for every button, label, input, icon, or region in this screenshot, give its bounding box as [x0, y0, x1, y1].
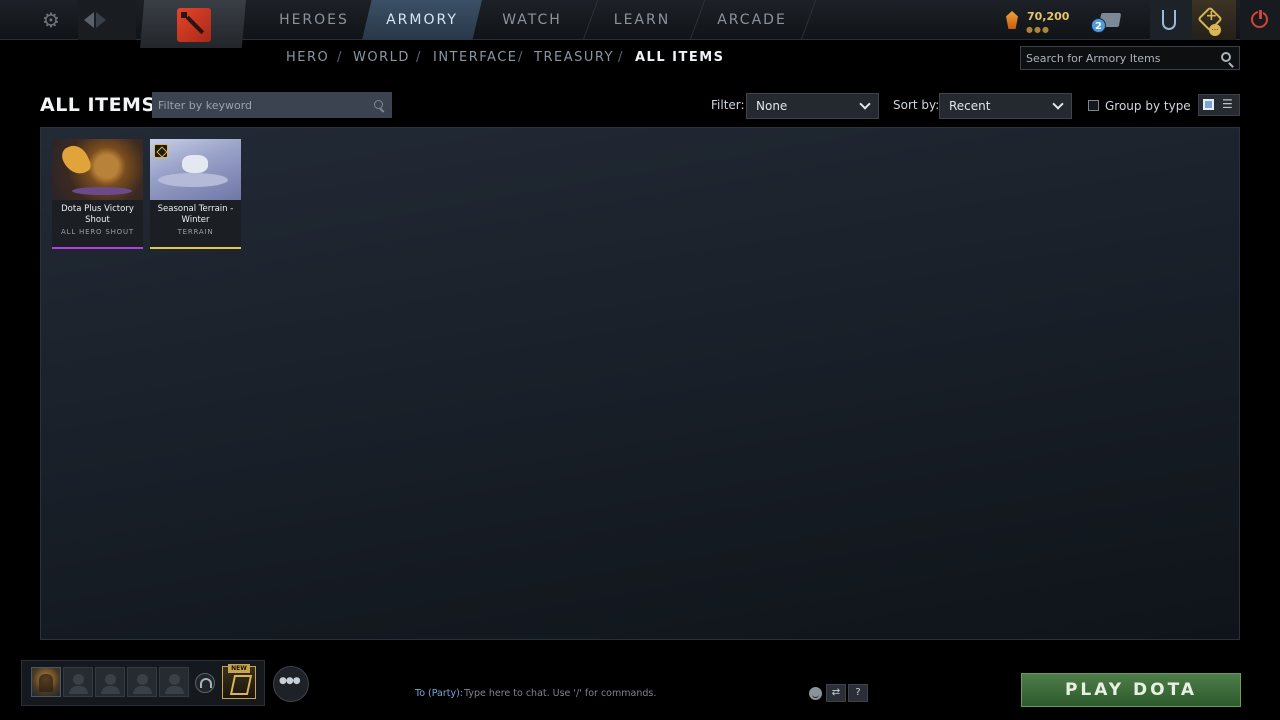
subnav-all-items[interactable]: ALL ITEMS — [635, 50, 725, 66]
voice-headset-icon[interactable] — [195, 673, 215, 693]
group-by-type-checkbox[interactable] — [1088, 100, 1099, 111]
shards-amount[interactable]: 70,200 — [1027, 10, 1069, 23]
person-icon — [101, 674, 120, 694]
breadcrumb-separator: / — [518, 50, 523, 65]
play-dota-button[interactable]: PLAY DOTA — [1021, 673, 1241, 707]
item-name: Dota Plus Victory Shout — [61, 204, 134, 225]
dota-plus-badge-icon — [154, 144, 168, 158]
forward-arrow-icon — [96, 12, 106, 28]
chevron-down-icon — [859, 98, 871, 110]
sort-dropdown[interactable]: Recent — [939, 93, 1072, 119]
party-slot[interactable] — [95, 667, 125, 697]
item-type: ALL HERO SHOUT — [61, 228, 134, 236]
rarity-bar — [52, 247, 143, 249]
chevron-down-icon — [1052, 98, 1064, 110]
item-type: TERRAIN — [177, 228, 214, 236]
page-title: ALL ITEMS — [40, 94, 156, 116]
filter-label: Filter: — [711, 98, 745, 112]
nav-heroes[interactable]: HEROES — [262, 0, 366, 40]
armory-icon[interactable] — [1150, 0, 1192, 40]
subnav-hero[interactable]: HERO — [286, 50, 329, 66]
grid-view-icon[interactable] — [1203, 99, 1214, 110]
nav-learn[interactable]: LEARN — [590, 0, 694, 40]
filter-value: None — [756, 99, 788, 113]
stack-view-icon[interactable]: ☰ — [1222, 98, 1234, 110]
subnav-interface[interactable]: INTERFACE — [433, 50, 518, 66]
more-dots-icon: ... — [1209, 24, 1221, 36]
search-icon — [374, 100, 383, 109]
item-card[interactable]: Seasonal Terrain - Winter TERRAIN — [150, 139, 241, 249]
search-icon[interactable] — [1221, 52, 1231, 62]
settings-gear-icon[interactable]: ⚙ — [40, 9, 62, 31]
player-avatar[interactable] — [31, 667, 61, 697]
sort-value: Recent — [949, 99, 991, 113]
back-arrow-icon — [84, 12, 94, 28]
armory-search-box — [1020, 46, 1240, 70]
chat-help-button[interactable]: ? — [848, 684, 868, 702]
item-thumbnail — [52, 139, 143, 200]
armory-search-input[interactable] — [1021, 47, 1211, 69]
person-icon — [165, 674, 184, 694]
person-icon — [133, 674, 152, 694]
sort-label: Sort by: — [893, 98, 940, 112]
emoticon-icon[interactable] — [809, 687, 822, 700]
chat-input[interactable] — [460, 684, 790, 702]
dota-logo-icon[interactable] — [177, 8, 211, 42]
chat-channel-label[interactable]: To (Party): — [415, 688, 463, 699]
item-card[interactable]: Dota Plus Victory Shout ALL HERO SHOUT — [52, 139, 143, 249]
breadcrumb-separator: / — [337, 50, 342, 65]
nav-arcade[interactable]: ARCADE — [700, 0, 804, 40]
back-button[interactable] — [78, 0, 136, 40]
new-badge: NEW — [228, 664, 250, 673]
chat-options-icon[interactable]: ⇄ — [826, 684, 846, 702]
breadcrumb-separator: / — [618, 50, 623, 65]
keyword-filter-input[interactable] — [152, 92, 362, 118]
filter-dropdown[interactable]: None — [746, 93, 879, 119]
party-slot[interactable] — [63, 667, 93, 697]
party-slot[interactable] — [127, 667, 157, 697]
subnav-treasury[interactable]: TREASURY — [534, 50, 614, 66]
keyword-filter-box — [152, 92, 392, 118]
group-by-type-label[interactable]: Group by type — [1105, 99, 1191, 113]
subnav-world[interactable]: WORLD — [353, 50, 410, 66]
breadcrumb-separator: / — [416, 50, 421, 65]
shield-icon — [1162, 10, 1176, 30]
party-slot[interactable] — [159, 667, 189, 697]
person-icon — [69, 674, 88, 694]
nav-armory[interactable]: ARMORY — [362, 0, 482, 40]
nav-watch[interactable]: WATCH — [480, 0, 584, 40]
item-name: Seasonal Terrain - Winter — [157, 204, 234, 225]
shards-progress-dots: ●●● — [1026, 25, 1050, 34]
chat-count-badge: 2 — [1091, 18, 1106, 33]
rarity-bar — [150, 247, 241, 249]
power-icon[interactable] — [1251, 9, 1268, 28]
friends-icon[interactable] — [273, 666, 309, 702]
